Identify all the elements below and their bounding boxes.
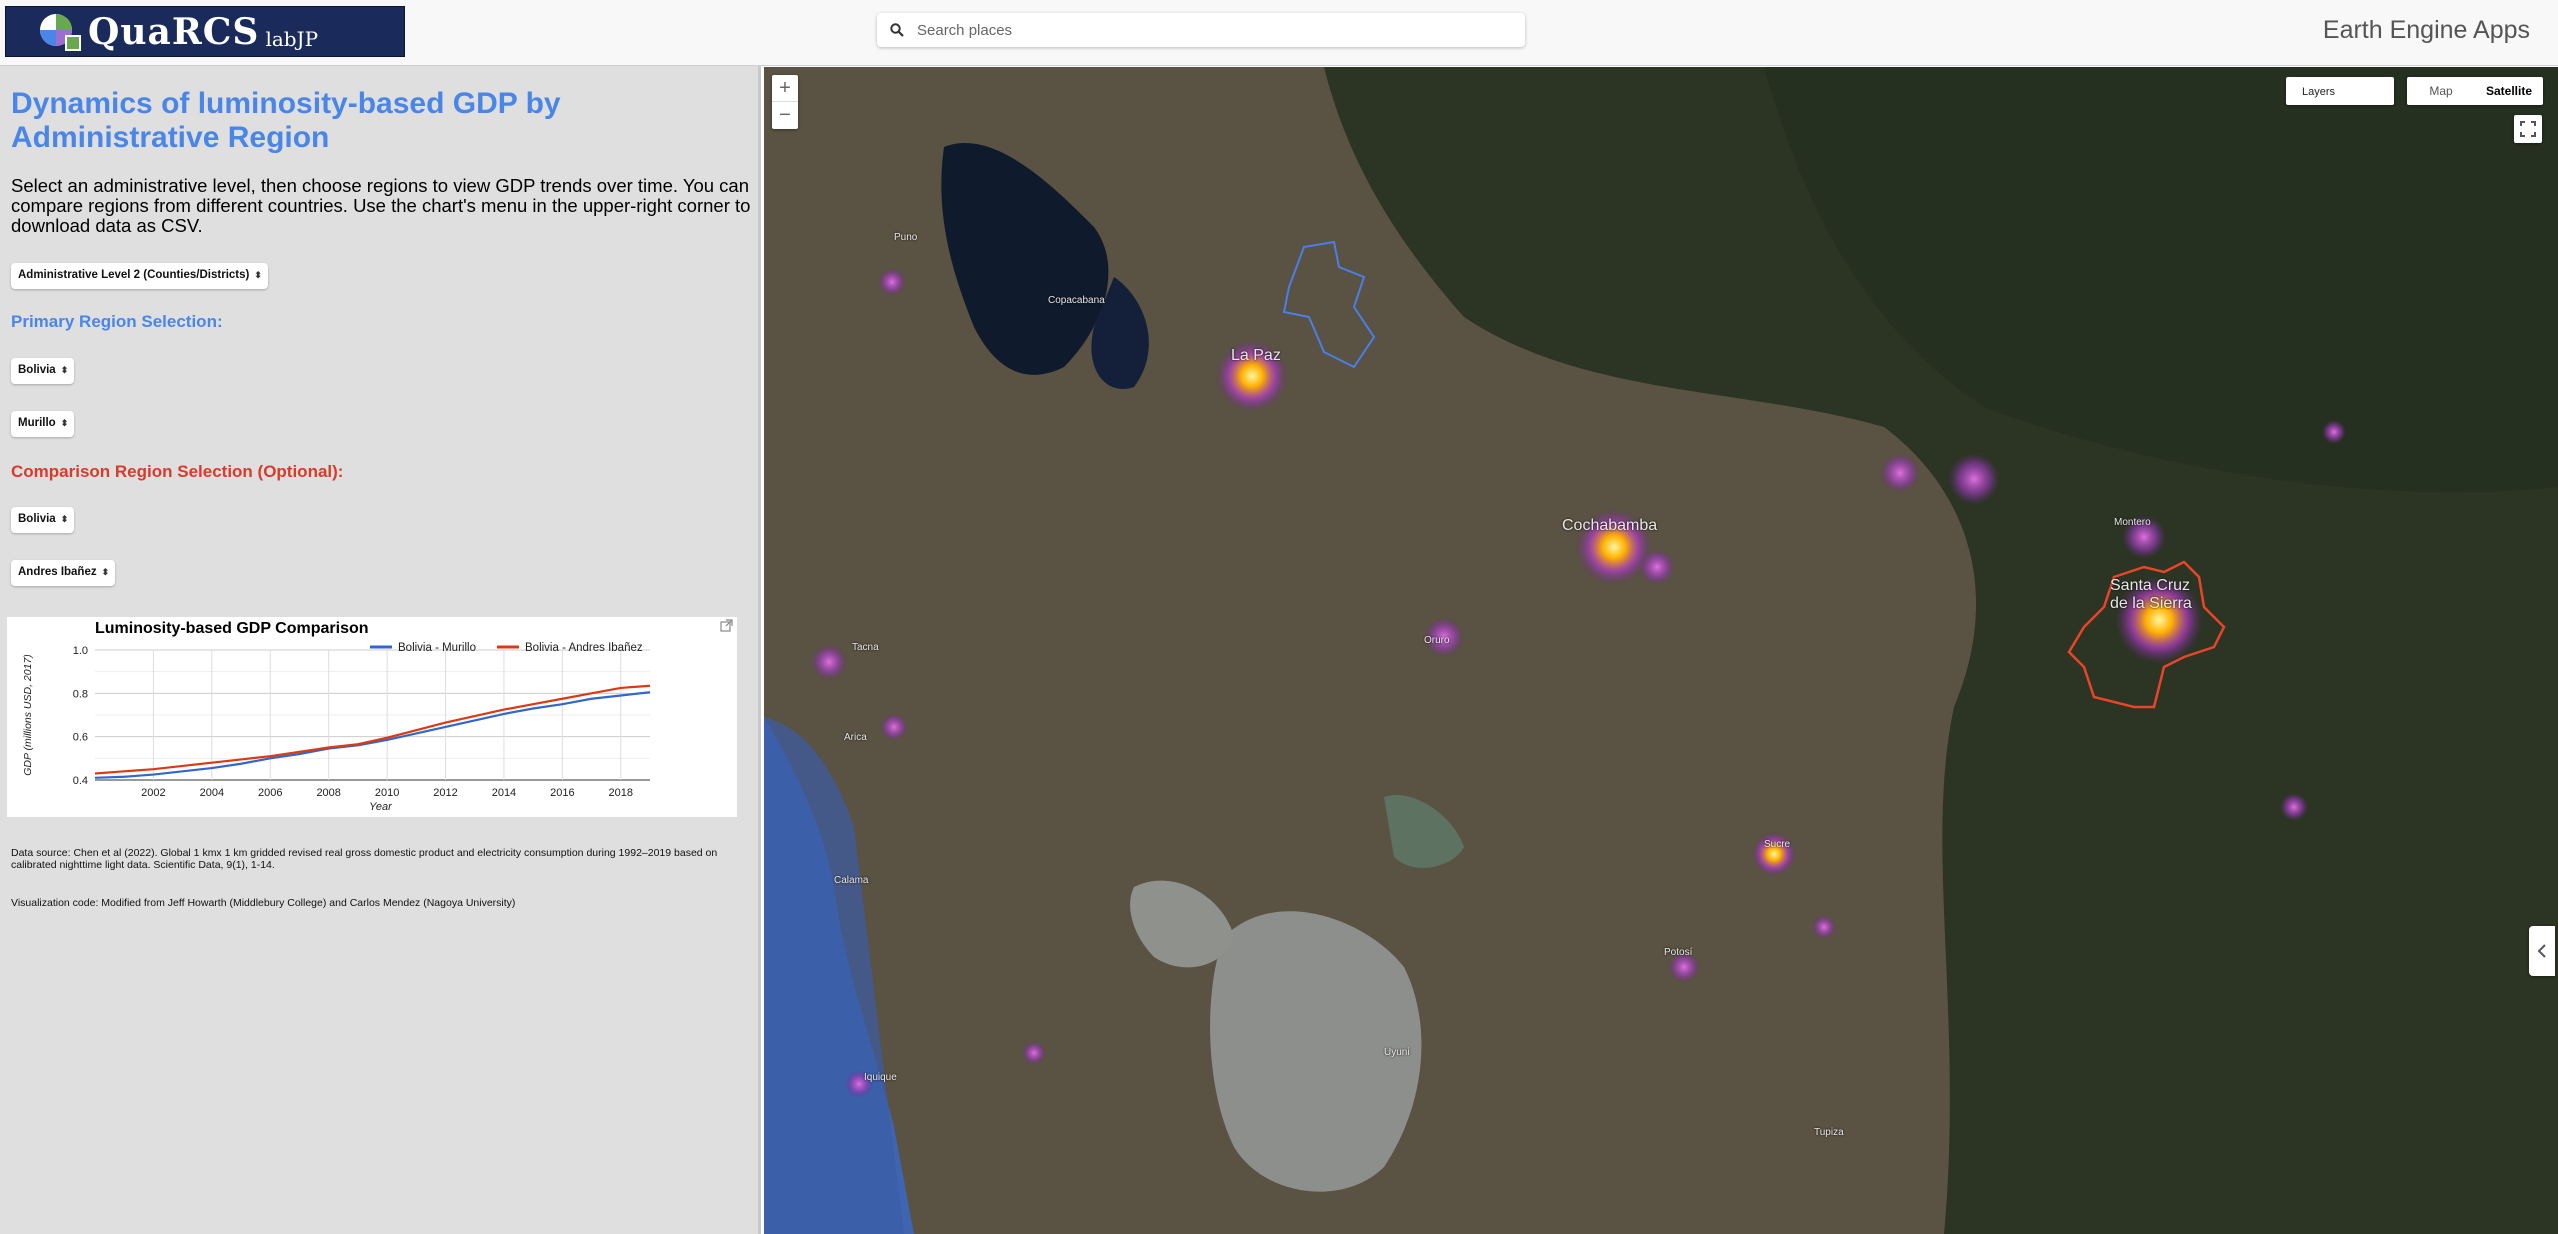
- search-box[interactable]: [877, 13, 1525, 47]
- zoom-in-button[interactable]: +: [772, 75, 798, 102]
- x-tick-label: 2002: [141, 787, 165, 799]
- viz-credit-text: Visualization code: Modified from Jeff H…: [11, 897, 516, 909]
- fullscreen-icon: [2520, 121, 2536, 137]
- admin-level-select[interactable]: Administrative Level 2 (Counties/Distric…: [11, 263, 268, 289]
- primary-region-value: Murillo: [18, 417, 56, 429]
- map-type-satellite-button[interactable]: Satellite: [2475, 77, 2543, 105]
- search-icon: [877, 23, 917, 37]
- app-title: Earth Engine Apps: [2322, 16, 2530, 44]
- x-tick-label: 2016: [550, 787, 574, 799]
- select-caret-icon: ⬍: [254, 270, 262, 280]
- select-caret-icon: ⬍: [60, 514, 69, 524]
- chart-title: Luminosity-based GDP Comparison: [95, 620, 369, 637]
- zoom-out-button[interactable]: −: [772, 102, 798, 129]
- top-header: QuaRCS labJP Earth Engine Apps: [0, 0, 2558, 66]
- page-title: Dynamics of luminosity-based GDP by Admi…: [11, 87, 561, 154]
- admin-level-value: Administrative Level 2 (Counties/Distric…: [18, 269, 250, 281]
- x-tick-label: 2008: [316, 787, 340, 799]
- fullscreen-button[interactable]: [2514, 115, 2542, 143]
- map-label-oruro: Oruro: [1424, 635, 1450, 646]
- map-label-santa-cruz: Santa Cruz: [2110, 577, 2191, 594]
- x-tick-label: 2014: [492, 787, 516, 799]
- map-label-copacabana: Copacabana: [1048, 295, 1105, 306]
- comparison-region-label: Comparison Region Selection (Optional):: [11, 462, 344, 481]
- x-axis-label: Year: [369, 801, 393, 813]
- series-line-1: [94, 684, 651, 775]
- y-tick-label: 0.8: [73, 688, 88, 700]
- y-tick-label: 0.4: [73, 775, 88, 787]
- map-label-montero: Montero: [2114, 517, 2151, 528]
- map-label-potosi: Potosí: [1664, 947, 1693, 958]
- primary-country-select[interactable]: Bolivia ⬍: [11, 358, 75, 384]
- logo-mark-icon: [36, 10, 82, 54]
- y-tick-label: 0.6: [73, 732, 88, 744]
- logo-text: QuaRCS: [88, 10, 260, 53]
- open-external-icon[interactable]: [720, 619, 733, 637]
- map-label-de-la-sierra: de la Sierra: [2110, 595, 2192, 612]
- map-label-puno: Puno: [894, 232, 918, 243]
- y-axis-label: GDP (millions USD, 2017): [22, 654, 34, 776]
- layers-button[interactable]: Layers: [2286, 77, 2394, 105]
- map-label-tacna: Tacna: [852, 642, 879, 653]
- control-panel: Dynamics of luminosity-based GDP by Admi…: [0, 66, 761, 1234]
- select-caret-icon: ⬍: [60, 365, 69, 375]
- chevron-left-icon: [2537, 944, 2546, 958]
- x-tick-label: 2012: [433, 787, 457, 799]
- zoom-control: + −: [772, 75, 798, 129]
- gdp-chart: Luminosity-based GDP Comparison 0.4 0.6 0.…: [7, 617, 737, 817]
- map-label-uyuni: Uyuni: [1384, 1047, 1410, 1058]
- primary-region-select[interactable]: Murillo ⬍: [11, 411, 75, 437]
- comparison-country-value: Bolivia: [18, 513, 56, 525]
- map-label-sucre: Sucre: [1764, 839, 1791, 850]
- map-view[interactable]: La Paz Cochabamba Santa Cruz de la Sierr…: [764, 67, 2558, 1234]
- x-tick-label: 2006: [258, 787, 282, 799]
- x-tick-label: 2018: [609, 787, 633, 799]
- map-label-cochabamba: Cochabamba: [1562, 517, 1658, 534]
- panel-collapse-handle[interactable]: [2529, 926, 2555, 976]
- select-caret-icon: ⬍: [101, 567, 110, 577]
- primary-country-value: Bolivia: [18, 364, 56, 376]
- series-line-0: [94, 691, 651, 779]
- map-type-control: Map Satellite: [2407, 77, 2543, 105]
- logo-subtext: labJP: [265, 26, 319, 51]
- map-label-tupiza: Tupiza: [1814, 1127, 1844, 1138]
- comparison-country-select[interactable]: Bolivia ⬍: [11, 507, 75, 533]
- satellite-imagery: [764, 67, 2558, 1234]
- map-label-la-paz: La Paz: [1231, 347, 1281, 364]
- comparison-region-select[interactable]: Andres Ibañez ⬍: [11, 560, 116, 586]
- chart-plot: 0.4 0.6 0.8 1.0 2002 2004 2006 2008 2010 2012 2014…: [22, 642, 651, 813]
- map-label-iquique: Iquique: [864, 1072, 897, 1083]
- search-input[interactable]: [917, 21, 1477, 39]
- map-label-arica: Arica: [844, 732, 867, 743]
- map-label-calama: Calama: [834, 875, 869, 886]
- select-caret-icon: ⬍: [60, 418, 69, 428]
- quarcs-logo[interactable]: QuaRCS labJP: [5, 6, 405, 57]
- intro-text: Select an administrative level, then cho…: [11, 175, 751, 236]
- x-tick-label: 2004: [200, 787, 224, 799]
- legend-label-1: Bolivia - Andres Ibañez: [525, 642, 643, 654]
- comparison-region-value: Andres Ibañez: [18, 566, 97, 578]
- y-tick-label: 1.0: [73, 645, 88, 657]
- primary-region-label: Primary Region Selection:: [11, 312, 223, 331]
- data-source-text: Data source: Chen et al (2022). Global 1…: [11, 847, 718, 871]
- legend-label-0: Bolivia - Murillo: [398, 642, 476, 654]
- x-tick-label: 2010: [375, 787, 399, 799]
- map-type-map-button[interactable]: Map: [2407, 77, 2475, 105]
